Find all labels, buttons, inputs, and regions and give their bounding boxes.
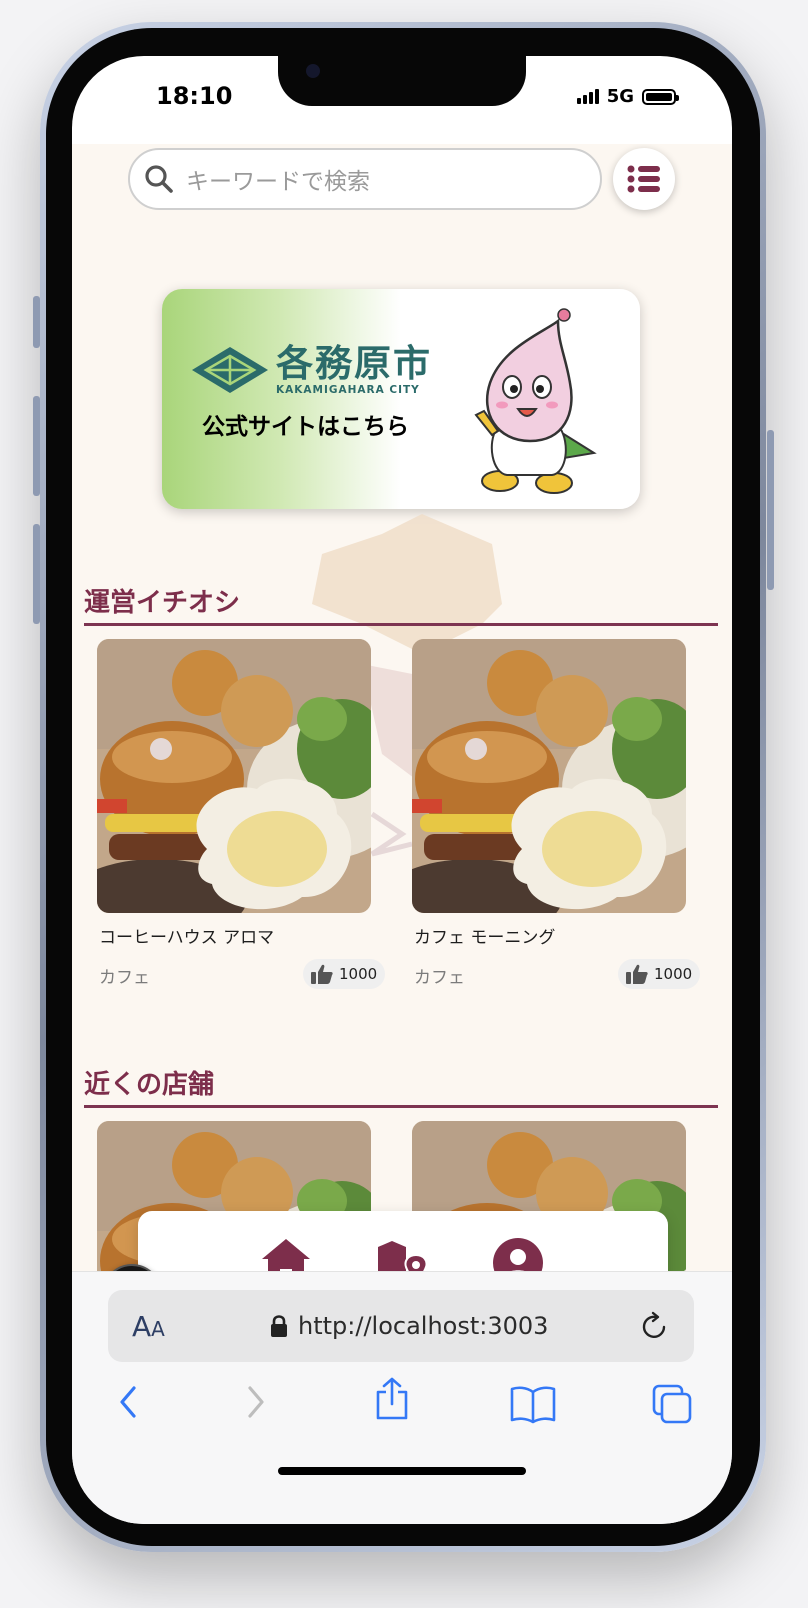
back-icon[interactable] (114, 1382, 142, 1422)
status-icons: 5G (576, 86, 679, 107)
share-icon[interactable] (372, 1376, 412, 1422)
nav-home[interactable] (260, 1237, 312, 1271)
like-count: 1000 (654, 965, 693, 983)
signal-icon (576, 89, 599, 104)
banner-cta-text: 公式サイトはこちら (202, 414, 409, 440)
shop-card[interactable]: コーヒーハウス アロマ カフェ 1000 (97, 639, 386, 989)
reload-icon[interactable] (638, 1310, 670, 1342)
map-icon (378, 1241, 428, 1271)
city-emblem-icon (192, 347, 268, 393)
aa-small: A (151, 1317, 165, 1341)
aa-large: A (132, 1310, 152, 1343)
shop-category: カフェ (414, 968, 465, 988)
user-icon (493, 1238, 543, 1271)
mascot-character (474, 308, 597, 494)
page-content: キーワードで検索 各務原市 KAKAMIGAHARA CITY 公式サイトはこち… (72, 144, 732, 1271)
shop-card[interactable]: カフェ モーニング カフェ 1000 (412, 639, 701, 989)
power-button (767, 430, 774, 590)
official-site-banner[interactable]: 各務原市 KAKAMIGAHARA CITY 公式サイトはこちら (162, 289, 640, 509)
shop-name: カフェ モーニング (414, 928, 556, 948)
status-time: 18:10 (156, 82, 233, 110)
thumbs-up-icon (626, 964, 648, 984)
tabs-icon[interactable] (652, 1384, 694, 1424)
like-count: 1000 (339, 965, 378, 983)
forward-icon[interactable] (242, 1382, 270, 1422)
home-indicator (278, 1467, 526, 1475)
mute-switch (33, 296, 40, 348)
url-text: http://localhost:3003 (298, 1312, 549, 1340)
section-divider (84, 623, 718, 626)
like-button[interactable]: 1000 (618, 959, 701, 989)
nav-profile[interactable] (492, 1237, 544, 1271)
home-icon (262, 1239, 310, 1271)
thumbs-up-icon (311, 964, 333, 984)
phone-screen: 18:10 5G キーワードで検索 各務原市 KAKAMIGAHARA CITY… (72, 56, 732, 1524)
front-camera (306, 64, 320, 78)
notch (278, 56, 526, 106)
reader-settings-button[interactable]: AA (132, 1310, 165, 1343)
shop-category: カフェ (99, 968, 150, 988)
shop-photo (412, 639, 686, 913)
bottom-navigation (138, 1211, 668, 1271)
battery-icon (642, 88, 679, 105)
shop-name: コーヒーハウス アロマ (99, 928, 275, 948)
volume-down-button (33, 524, 40, 624)
shop-photo (97, 639, 371, 913)
search-icon (145, 165, 173, 193)
city-name: 各務原市 (276, 342, 432, 385)
network-type: 5G (606, 86, 634, 107)
lock-icon (271, 1315, 287, 1337)
section-divider (84, 1105, 718, 1108)
bookmarks-icon[interactable] (510, 1384, 556, 1424)
search-input[interactable]: キーワードで検索 (128, 148, 602, 210)
city-name-en: KAKAMIGAHARA CITY (276, 384, 420, 396)
address-bar[interactable]: AA http://localhost:3003 (108, 1290, 694, 1362)
list-menu-button[interactable] (613, 148, 675, 210)
section-title-nearby: 近くの店舗 (84, 1070, 215, 1100)
nav-map[interactable] (376, 1237, 428, 1271)
like-button[interactable]: 1000 (303, 959, 386, 989)
volume-up-button (33, 396, 40, 496)
search-placeholder: キーワードで検索 (186, 169, 370, 195)
url-display: http://localhost:3003 (270, 1312, 548, 1340)
list-icon (627, 165, 660, 193)
safari-toolbar: AA http://localhost:3003 (72, 1271, 732, 1524)
city-logo: 各務原市 KAKAMIGAHARA CITY (192, 344, 432, 396)
section-title-featured: 運営イチオシ (84, 588, 241, 618)
